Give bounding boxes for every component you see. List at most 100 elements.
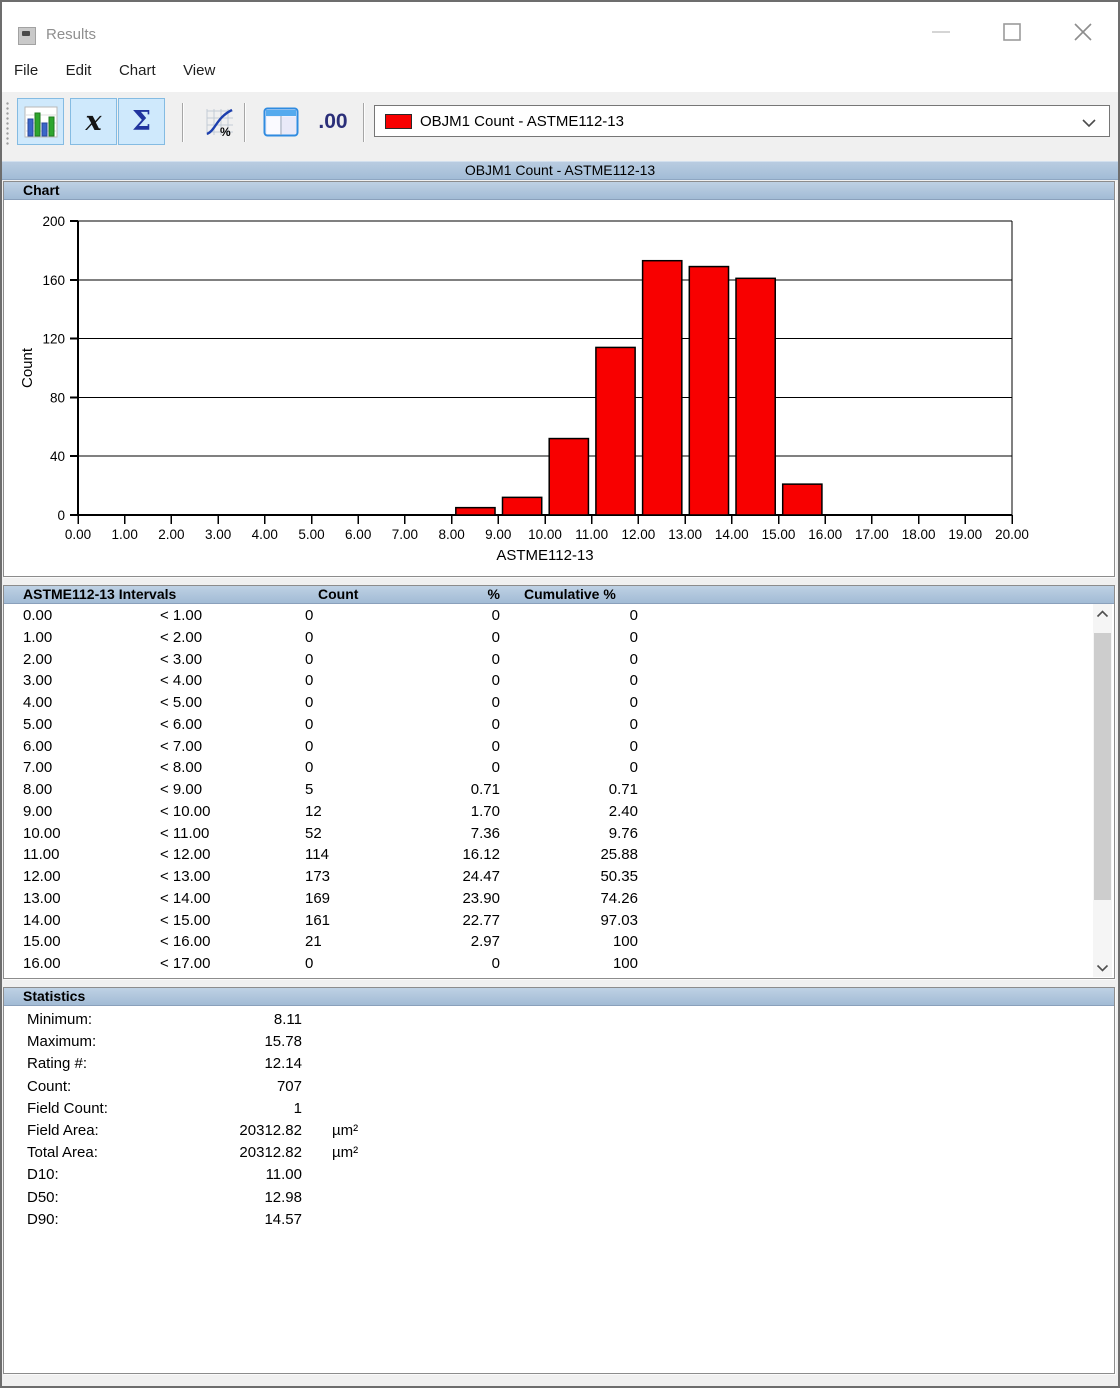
interval-row[interactable]: 0.00 < 1.00 0 0 0: [4, 605, 1090, 627]
histogram-bar: [783, 484, 822, 515]
menu-file[interactable]: File: [14, 50, 38, 92]
result-selector-combobox[interactable]: OBJM1 Count - ASTME112-13: [374, 105, 1110, 137]
interval-row[interactable]: 2.00 < 3.00 0 0 0: [4, 649, 1090, 671]
menu-bar: File Edit Chart View: [2, 50, 1118, 92]
histogram-bar: [503, 497, 542, 515]
interval-cumulative-percent: 0: [518, 736, 638, 758]
interval-row[interactable]: 15.00 < 16.00 21 2.97 100: [4, 931, 1090, 953]
interval-row[interactable]: 14.00 < 15.00 161 22.77 97.03: [4, 910, 1090, 932]
interval-low: 5.00: [23, 714, 52, 736]
svg-text:160: 160: [42, 273, 65, 288]
svg-text:11.00: 11.00: [575, 527, 608, 542]
intervals-panel: ASTME112-13 Intervals Count % Cumulative…: [3, 585, 1115, 979]
interval-cumulative-percent: 0: [518, 649, 638, 671]
interval-row[interactable]: 5.00 < 6.00 0 0 0: [4, 714, 1090, 736]
decimal-places-button[interactable]: .00: [305, 98, 361, 145]
svg-text:3.00: 3.00: [205, 527, 231, 542]
interval-low: 1.00: [23, 627, 52, 649]
chart-view-button[interactable]: [17, 98, 64, 145]
interval-row[interactable]: 4.00 < 5.00 0 0 0: [4, 692, 1090, 714]
view-title-bar: OBJM1 Count - ASTME112-13: [2, 161, 1118, 180]
interval-high: < 14.00: [160, 888, 210, 910]
interval-high: < 1.00: [160, 605, 202, 627]
interval-row[interactable]: 1.00 < 2.00 0 0 0: [4, 627, 1090, 649]
interval-percent: 0: [400, 714, 500, 736]
interval-row[interactable]: 9.00 < 10.00 12 1.70 2.40: [4, 801, 1090, 823]
interval-low: 11.00: [23, 844, 59, 866]
intervals-scrollbar[interactable]: [1093, 604, 1112, 977]
scroll-down-button[interactable]: [1093, 958, 1112, 977]
sigma-icon: Σ: [132, 106, 151, 137]
scroll-up-button[interactable]: [1093, 604, 1112, 623]
chart-panel-title: Chart: [23, 182, 60, 198]
svg-text:40: 40: [50, 449, 65, 464]
statistic-row: D50: 12.98: [4, 1187, 1114, 1209]
x-values-button[interactable]: x: [70, 98, 117, 145]
statistics-panel: Statistics Minimum: 8.11 Maximum: 15.78 …: [3, 987, 1115, 1374]
column-layout-button[interactable]: [257, 98, 304, 145]
interval-percent: 0: [400, 736, 500, 758]
menu-edit[interactable]: Edit: [66, 50, 92, 92]
column-header-intervals: ASTME112-13 Intervals: [23, 586, 176, 603]
svg-text:13.00: 13.00: [668, 527, 702, 542]
interval-low: 14.00: [23, 910, 61, 932]
interval-row[interactable]: 13.00 < 14.00 169 23.90 74.26: [4, 888, 1090, 910]
interval-percent: 24.47: [400, 866, 500, 888]
interval-row[interactable]: 7.00 < 8.00 0 0 0: [4, 757, 1090, 779]
maximize-icon: [1001, 21, 1023, 43]
interval-cumulative-percent: 74.26: [518, 888, 638, 910]
interval-low: 3.00: [23, 670, 52, 692]
app-icon-glyph: [22, 31, 30, 36]
statistic-row: Maximum: 15.78: [4, 1031, 1114, 1053]
interval-row[interactable]: 12.00 < 13.00 173 24.47 50.35: [4, 866, 1090, 888]
interval-percent: 0: [400, 627, 500, 649]
interval-high: < 9.00: [160, 779, 202, 801]
interval-row[interactable]: 6.00 < 7.00 0 0 0: [4, 736, 1090, 758]
statistic-row: D90: 14.57: [4, 1209, 1114, 1231]
intervals-header: ASTME112-13 Intervals Count % Cumulative…: [4, 586, 1114, 604]
y-axis-title: Count: [19, 347, 36, 388]
interval-percent: 0: [400, 757, 500, 779]
statistic-value: 20312.82: [172, 1120, 302, 1142]
svg-text:9.00: 9.00: [485, 527, 511, 542]
interval-row[interactable]: 10.00 < 11.00 52 7.36 9.76: [4, 823, 1090, 845]
column-header-cumulative: Cumulative %: [524, 586, 616, 603]
interval-percent: 0: [400, 692, 500, 714]
interval-high: < 3.00: [160, 649, 202, 671]
interval-percent: 22.77: [400, 910, 500, 932]
interval-low: 8.00: [23, 779, 52, 801]
interval-row[interactable]: 16.00 < 17.00 0 0 100: [4, 953, 1090, 975]
cumulative-percent-button[interactable]: %: [196, 98, 243, 145]
histogram-bar: [596, 347, 635, 515]
interval-low: 16.00: [23, 953, 61, 975]
menu-chart[interactable]: Chart: [119, 50, 156, 92]
histogram-chart-area: 040801201602000.001.002.003.004.005.006.…: [4, 200, 1114, 576]
svg-text:8.00: 8.00: [438, 527, 464, 542]
interval-row[interactable]: 3.00 < 4.00 0 0 0: [4, 670, 1090, 692]
interval-count: 0: [305, 649, 313, 671]
histogram-bar: [549, 439, 588, 515]
statistic-row: Field Count: 1: [4, 1098, 1114, 1120]
histogram-bar: [736, 278, 775, 515]
statistic-label: Field Count:: [27, 1098, 108, 1120]
menu-view[interactable]: View: [183, 50, 215, 92]
svg-text:120: 120: [42, 332, 65, 347]
interval-percent: 0: [400, 649, 500, 671]
interval-high: < 12.00: [160, 844, 210, 866]
interval-count: 52: [305, 823, 322, 845]
interval-low: 6.00: [23, 736, 52, 758]
interval-percent: 16.12: [400, 844, 500, 866]
interval-cumulative-percent: 0: [518, 605, 638, 627]
svg-text:20.00: 20.00: [995, 527, 1029, 542]
statistic-unit: µm²: [332, 1120, 358, 1142]
interval-row[interactable]: 8.00 < 9.00 5 0.71 0.71: [4, 779, 1090, 801]
statistic-label: Minimum:: [27, 1009, 92, 1031]
interval-high: < 15.00: [160, 910, 210, 932]
toolbar-grip[interactable]: [5, 101, 11, 146]
statistics-header: Statistics: [4, 988, 1114, 1006]
histogram-bar: [643, 261, 682, 515]
svg-text:80: 80: [50, 390, 65, 405]
interval-row[interactable]: 11.00 < 12.00 114 16.12 25.88: [4, 844, 1090, 866]
summation-button[interactable]: Σ: [118, 98, 165, 145]
scrollbar-thumb[interactable]: [1094, 633, 1111, 900]
